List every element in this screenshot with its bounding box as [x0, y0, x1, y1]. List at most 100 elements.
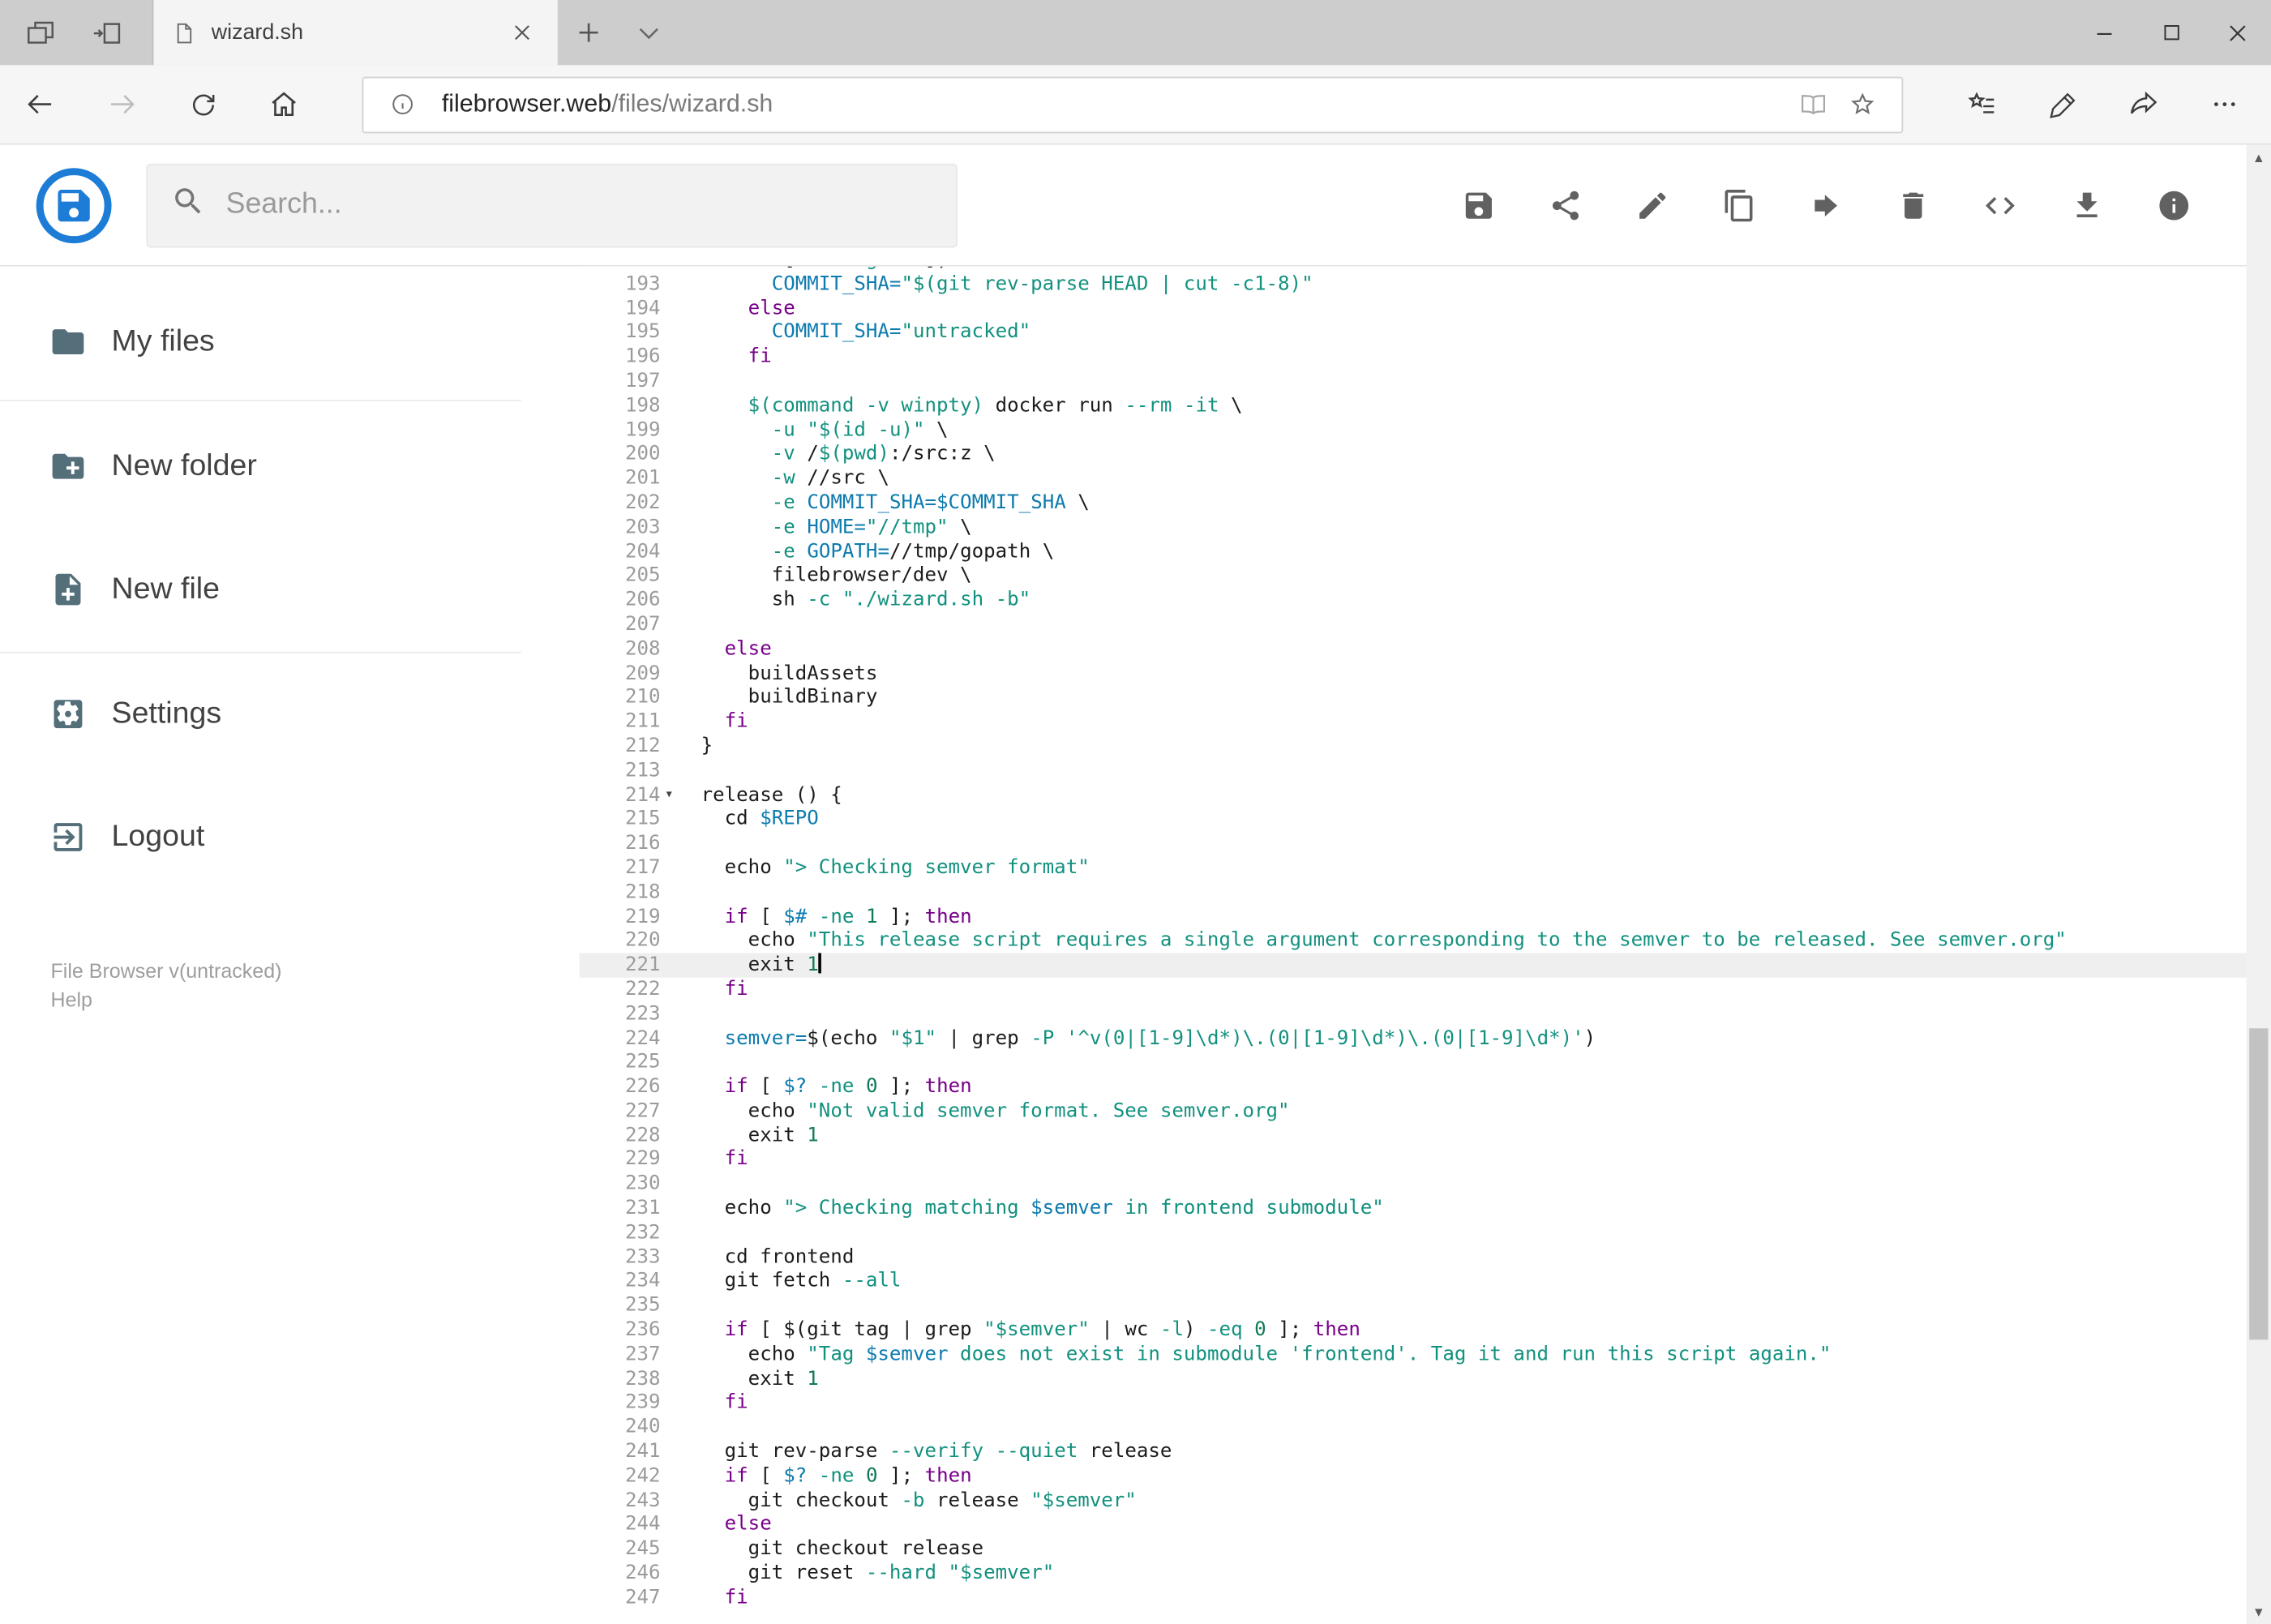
- code-line[interactable]: 203 -e HOME="//tmp" \: [580, 516, 2271, 540]
- window-maximize-button[interactable]: [2138, 0, 2205, 65]
- code-line[interactable]: 219 if [ $# -ne 1 ]; then: [580, 905, 2271, 929]
- code-line[interactable]: 199 -u "$(id -u)" \: [580, 418, 2271, 443]
- sidebar-item-settings[interactable]: Settings: [0, 666, 521, 762]
- site-info-icon[interactable]: [378, 79, 427, 129]
- code-line[interactable]: 244 else: [580, 1513, 2271, 1537]
- delete-trash-icon[interactable]: [1896, 187, 1930, 222]
- code-line[interactable]: 201 -w //src \: [580, 467, 2271, 491]
- code-line[interactable]: 245 git checkout release: [580, 1537, 2271, 1562]
- code-line[interactable]: 194 else: [580, 296, 2271, 320]
- tab-close-icon[interactable]: [499, 11, 543, 54]
- forward-button[interactable]: [81, 64, 162, 144]
- code-line[interactable]: 226 if [ $? -ne 0 ]; then: [580, 1075, 2271, 1099]
- browser-tab[interactable]: wizard.sh: [152, 0, 558, 66]
- code-line[interactable]: 236 if [ $(git tag | grep "$semver" | wc…: [580, 1318, 2271, 1343]
- code-editor[interactable]: 192 if [ -d ".git" ]; then193 COMMIT_SHA…: [579, 266, 2271, 1624]
- code-line[interactable]: 215 cd $REPO: [580, 808, 2271, 832]
- code-line[interactable]: 206 sh -c "./wizard.sh -b": [580, 589, 2271, 613]
- refresh-button[interactable]: [162, 64, 243, 144]
- code-line[interactable]: 192 if [ -d ".git" ]; then: [580, 267, 2271, 272]
- code-line[interactable]: 241 git rev-parse --verify --quiet relea…: [580, 1440, 2271, 1464]
- code-line[interactable]: 200 -v /$(pwd):/src:z \: [580, 443, 2271, 467]
- search-box[interactable]: [146, 162, 958, 247]
- web-note-pen-icon[interactable]: [2022, 64, 2103, 144]
- code-line[interactable]: 228 exit 1: [580, 1124, 2271, 1148]
- source-code-icon[interactable]: [1983, 187, 2018, 222]
- code-line[interactable]: 212}: [580, 735, 2271, 759]
- code-line[interactable]: 209 buildAssets: [580, 662, 2271, 686]
- code-line[interactable]: 231 echo "> Checking matching $semver in…: [580, 1197, 2271, 1221]
- code-line[interactable]: 202 -e COMMIT_SHA=$COMMIT_SHA \: [580, 491, 2271, 516]
- share-icon[interactable]: [2103, 64, 2184, 144]
- code-line[interactable]: 213: [580, 759, 2271, 783]
- fold-arrow-icon[interactable]: ▾: [661, 783, 701, 808]
- code-line[interactable]: 211 fi: [580, 710, 2271, 735]
- more-menu-icon[interactable]: [2184, 64, 2265, 144]
- hub-favorites-icon[interactable]: [1941, 64, 2022, 144]
- window-close-button[interactable]: [2205, 0, 2271, 65]
- tabs-set-aside-icon[interactable]: [19, 11, 62, 54]
- sidebar-item-logout[interactable]: Logout: [0, 790, 521, 885]
- code-line[interactable]: 214 ▾ release () {: [580, 783, 2271, 808]
- code-line[interactable]: 198 $(command -v winpty) docker run --rm…: [580, 393, 2271, 418]
- code-line[interactable]: 205 filebrowser/dev \: [580, 564, 2271, 589]
- code-line[interactable]: 238 exit 1: [580, 1367, 2271, 1391]
- code-line[interactable]: 196 fi: [580, 345, 2271, 369]
- code-line[interactable]: 227 echo "Not valid semver format. See s…: [580, 1099, 2271, 1124]
- code-line[interactable]: 243 git checkout -b release "$semver": [580, 1489, 2271, 1513]
- code-line[interactable]: 221 exit 1: [579, 953, 2271, 978]
- sidebar-item-new-folder[interactable]: New folder: [0, 418, 521, 514]
- code-line[interactable]: 220 echo "This release script requires a…: [580, 929, 2271, 953]
- code-line[interactable]: 237 echo "Tag $semver does not exist in …: [580, 1343, 2271, 1367]
- code-line[interactable]: 239 fi: [580, 1391, 2271, 1416]
- help-link[interactable]: Help: [51, 985, 282, 1014]
- code-line[interactable]: 229 fi: [580, 1148, 2271, 1172]
- code-line[interactable]: 207: [580, 613, 2271, 637]
- code-line[interactable]: 223: [580, 1002, 2271, 1026]
- code-line[interactable]: 210 buildBinary: [580, 686, 2271, 710]
- code-line[interactable]: 240: [580, 1416, 2271, 1440]
- rename-pencil-icon[interactable]: [1635, 187, 1670, 222]
- scrollbar-down-icon[interactable]: ▼: [2247, 1600, 2271, 1624]
- code-line[interactable]: 246 git reset --hard "$semver": [580, 1562, 2271, 1586]
- address-bar[interactable]: filebrowser.web/files/wizard.sh: [362, 75, 1904, 133]
- filebrowser-logo[interactable]: [35, 166, 113, 244]
- search-input[interactable]: [225, 188, 933, 222]
- code-line[interactable]: 222 fi: [580, 978, 2271, 1002]
- info-icon[interactable]: [2157, 187, 2192, 222]
- code-line[interactable]: 216: [580, 832, 2271, 856]
- code-line[interactable]: 225: [580, 1051, 2271, 1075]
- new-tab-button[interactable]: [558, 0, 619, 65]
- code-line[interactable]: 230: [580, 1172, 2271, 1197]
- tab-preview-chevron-icon[interactable]: [619, 0, 679, 65]
- code-line[interactable]: 208 else: [580, 637, 2271, 662]
- code-line[interactable]: 234 git fetch --all: [580, 1270, 2271, 1294]
- code-line[interactable]: 242 if [ $? -ne 0 ]; then: [580, 1464, 2271, 1489]
- scrollbar-thumb[interactable]: [2249, 1028, 2269, 1340]
- code-line[interactable]: 195 COMMIT_SHA="untracked": [580, 320, 2271, 345]
- scrollbar-up-icon[interactable]: ▲: [2247, 145, 2271, 169]
- code-line[interactable]: 247 fi: [580, 1586, 2271, 1610]
- window-minimize-button[interactable]: [2071, 0, 2137, 65]
- download-icon[interactable]: [2070, 187, 2105, 222]
- sidebar-item-my-files[interactable]: My files: [0, 294, 521, 390]
- code-line[interactable]: 218: [580, 881, 2271, 905]
- home-button[interactable]: [243, 64, 324, 144]
- sidebar-item-new-file[interactable]: New file: [0, 542, 521, 637]
- code-line[interactable]: 197: [580, 369, 2271, 393]
- back-button[interactable]: [0, 64, 81, 144]
- code-line[interactable]: 224 semver=$(echo "$1" | grep -P '^v(0|[…: [580, 1026, 2271, 1051]
- move-icon[interactable]: [1809, 187, 1844, 222]
- code-line[interactable]: 235: [580, 1294, 2271, 1318]
- code-line[interactable]: 193 COMMIT_SHA="$(git rev-parse HEAD | c…: [580, 272, 2271, 296]
- copy-icon[interactable]: [1722, 187, 1757, 222]
- reading-view-icon[interactable]: [1789, 79, 1838, 129]
- tabs-preview-panel-icon[interactable]: [85, 11, 129, 54]
- code-line[interactable]: 233 cd frontend: [580, 1245, 2271, 1270]
- page-scrollbar[interactable]: ▲ ▼: [2246, 144, 2271, 1624]
- add-favorite-star-icon[interactable]: [1838, 79, 1888, 129]
- code-line[interactable]: 232: [580, 1221, 2271, 1245]
- code-line[interactable]: 204 -e GOPATH=//tmp/gopath \: [580, 540, 2271, 564]
- code-line[interactable]: 217 echo "> Checking semver format": [580, 856, 2271, 881]
- save-icon[interactable]: [1461, 187, 1496, 222]
